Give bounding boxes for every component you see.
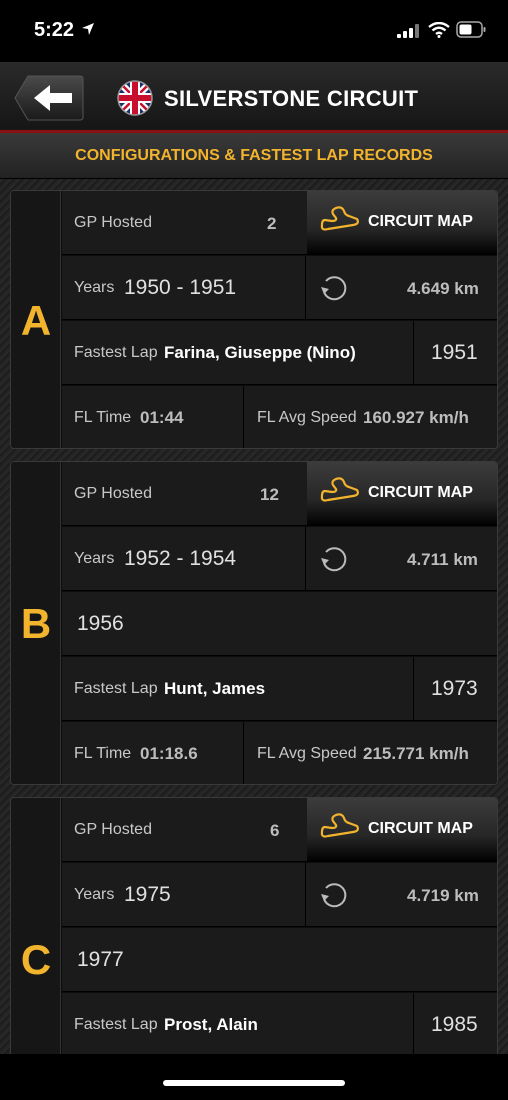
reload-icon: [321, 883, 347, 908]
fastest-lap-row: Fastest Lap Prost, Alain 1985: [62, 993, 497, 1054]
extra-year-value: 1956: [77, 612, 124, 635]
years-value: 1950 - 1951: [124, 276, 237, 299]
reload-icon: [321, 547, 347, 572]
years-value: 1975: [124, 883, 171, 906]
fastest-lap-driver: Prost, Alain: [164, 1015, 258, 1034]
fastest-lap-driver: Farina, Giuseppe (Nino): [164, 343, 356, 362]
years-label: Years: [74, 550, 115, 567]
fastest-lap-label: Fastest Lap: [74, 344, 158, 361]
configurations-list[interactable]: A GP Hosted 2 CIRCUIT MAP Years 1950 - 1…: [0, 179, 508, 1054]
years-value: 1952 - 1954: [124, 547, 237, 570]
divider: [305, 256, 306, 320]
fastest-lap-label: Fastest Lap: [74, 1016, 158, 1033]
circuit-map-button[interactable]: CIRCUIT MAP: [307, 462, 497, 526]
length-value: 4.719 km: [407, 886, 479, 905]
fl-time-label: FL Time: [74, 409, 132, 426]
cellular-signal-icon: [397, 24, 419, 38]
config-letter-column: A: [11, 191, 61, 448]
fl-avg-speed-value: 215.771 km/h: [363, 744, 469, 763]
config-letter: A: [20, 297, 52, 344]
config-letter: C: [20, 936, 52, 983]
fl-avg-speed-label: FL Avg Speed: [257, 409, 357, 426]
fl-time-label: FL Time: [74, 745, 132, 762]
extra-year-value: 1977: [77, 948, 124, 971]
circuit-map-button[interactable]: CIRCUIT MAP: [307, 798, 497, 862]
gp-hosted-value: 6: [270, 821, 280, 840]
divider: [305, 527, 306, 591]
gp-hosted-value: 12: [260, 485, 279, 504]
fastest-lap-year: 1951: [431, 341, 478, 364]
fl-avg-speed-label: FL Avg Speed: [257, 745, 357, 762]
location-arrow-icon: [82, 23, 94, 35]
divider: [305, 863, 306, 927]
circuit-map-label: CIRCUIT MAP: [368, 484, 473, 501]
extra-years-row: 1977: [62, 928, 497, 992]
status-time: 5:22: [34, 19, 75, 41]
reload-icon: [321, 276, 347, 301]
circuit-track-icon: [320, 477, 359, 502]
battery-icon: [456, 21, 486, 38]
circuit-track-icon: [320, 813, 359, 838]
circuit-map-label: CIRCUIT MAP: [368, 820, 473, 837]
config-card-b: B GP Hosted 12 CIRCUIT MAP Years 1952 - …: [10, 461, 498, 785]
years-label: Years: [74, 279, 115, 296]
fl-time-row: FL Time 01:44 FL Avg Speed 160.927 km/h: [62, 386, 497, 448]
divider: [413, 657, 414, 721]
config-card-a: A GP Hosted 2 CIRCUIT MAP Years 1950 - 1…: [10, 190, 498, 449]
years-row: Years 1952 - 1954 4.711 km: [62, 527, 497, 591]
bottom-bar: [0, 1054, 508, 1100]
section-title: CONFIGURATIONS & FASTEST LAP RECORDS: [75, 147, 433, 164]
uk-flag-icon: [117, 80, 153, 116]
fl-time-row: FL Time 01:18.6 FL Avg Speed 215.771 km/…: [62, 722, 497, 784]
fl-avg-speed-value: 160.927 km/h: [363, 408, 469, 427]
gp-hosted-value: 2: [267, 214, 277, 233]
fastest-lap-label: Fastest Lap: [74, 680, 158, 697]
config-letter: B: [20, 600, 52, 647]
divider: [413, 993, 414, 1054]
circuit-map-label: CIRCUIT MAP: [368, 213, 473, 230]
gp-hosted-label: GP Hosted: [74, 485, 152, 502]
gp-hosted-row: GP Hosted 2 CIRCUIT MAP: [62, 191, 497, 255]
fl-time-value: 01:44: [140, 408, 184, 427]
config-letter-column: B: [11, 462, 61, 784]
length-value: 4.711 km: [407, 550, 478, 569]
years-row: Years 1950 - 1951 4.649 km: [62, 256, 497, 320]
fl-time-value: 01:18.6: [140, 744, 198, 763]
fastest-lap-driver: Hunt, James: [164, 679, 266, 698]
extra-years-row: 1956: [62, 592, 497, 656]
divider: [413, 321, 414, 385]
circuit-track-icon: [320, 206, 359, 231]
gp-hosted-label: GP Hosted: [74, 214, 152, 231]
divider: [243, 386, 244, 448]
gp-hosted-row: GP Hosted 6 CIRCUIT MAP: [62, 798, 497, 862]
years-row: Years 1975 4.719 km: [62, 863, 497, 927]
back-button[interactable]: [14, 74, 84, 122]
years-label: Years: [74, 886, 115, 903]
gp-hosted-label: GP Hosted: [74, 821, 152, 838]
gp-hosted-row: GP Hosted 12 CIRCUIT MAP: [62, 462, 497, 526]
page-title: SILVERSTONE CIRCUIT: [164, 86, 419, 111]
config-letter-column: C: [11, 798, 61, 1054]
length-value: 4.649 km: [407, 279, 479, 298]
fastest-lap-row: Fastest Lap Farina, Giuseppe (Nino) 1951: [62, 321, 497, 385]
divider: [243, 722, 244, 784]
circuit-map-button[interactable]: CIRCUIT MAP: [307, 191, 497, 255]
fastest-lap-year: 1973: [431, 677, 478, 700]
fastest-lap-row: Fastest Lap Hunt, James 1973: [62, 657, 497, 721]
wifi-icon: [428, 22, 450, 38]
fastest-lap-year: 1985: [431, 1013, 478, 1036]
config-card-c: C GP Hosted 6 CIRCUIT MAP Years 1975 4.7…: [10, 797, 498, 1054]
home-indicator[interactable]: [163, 1080, 345, 1086]
